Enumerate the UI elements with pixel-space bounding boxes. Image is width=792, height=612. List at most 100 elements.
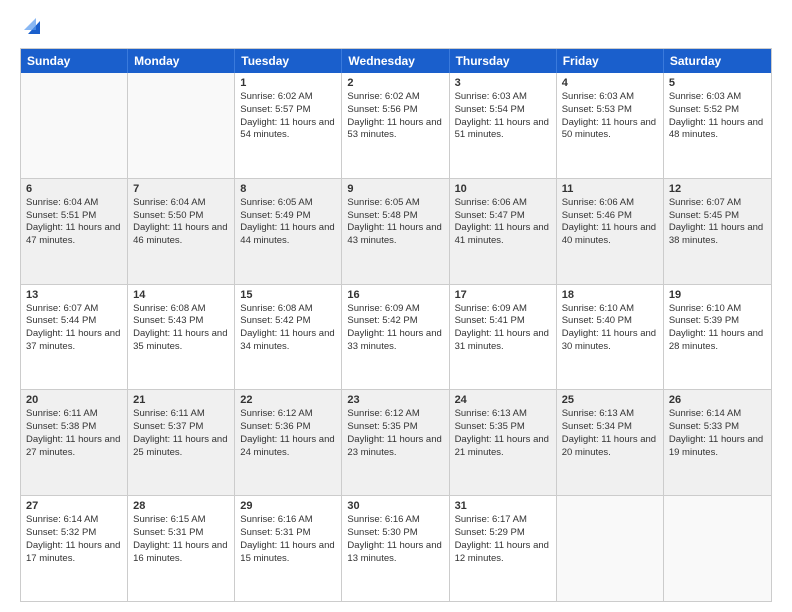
cal-cell: 17Sunrise: 6:09 AMSunset: 5:41 PMDayligh… <box>450 285 557 390</box>
week-row-2: 6Sunrise: 6:04 AMSunset: 5:51 PMDaylight… <box>21 178 771 284</box>
day-number: 23 <box>347 394 443 406</box>
sunset-text: Sunset: 5:29 PM <box>455 527 551 540</box>
day-number: 8 <box>240 183 336 195</box>
cal-cell: 12Sunrise: 6:07 AMSunset: 5:45 PMDayligh… <box>664 179 771 284</box>
week-row-4: 20Sunrise: 6:11 AMSunset: 5:38 PMDayligh… <box>21 389 771 495</box>
calendar-body: 1 Sunrise: 6:02 AM Sunset: 5:57 PM Daylight… <box>21 73 771 601</box>
sunrise-text: Sunrise: 6:03 AM <box>562 91 658 104</box>
cal-cell: 25Sunrise: 6:13 AMSunset: 5:34 PMDayligh… <box>557 390 664 495</box>
sunrise-text: Sunrise: 6:13 AM <box>562 408 658 421</box>
day-number: 30 <box>347 500 443 512</box>
day-number: 2 <box>347 77 443 89</box>
sunrise-text: Sunrise: 6:17 AM <box>455 514 551 527</box>
sunrise-text: Sunrise: 6:15 AM <box>133 514 229 527</box>
cal-cell: 15Sunrise: 6:08 AMSunset: 5:42 PMDayligh… <box>235 285 342 390</box>
header-day-friday: Friday <box>557 49 664 73</box>
daylight-text: Daylight: 11 hours and 50 minutes. <box>562 117 658 143</box>
sunrise-text: Sunrise: 6:04 AM <box>133 197 229 210</box>
sunrise-text: Sunrise: 6:14 AM <box>26 514 122 527</box>
page: SundayMondayTuesdayWednesdayThursdayFrid… <box>0 0 792 612</box>
day-number: 11 <box>562 183 658 195</box>
sunset-text: Sunset: 5:39 PM <box>669 315 766 328</box>
header-day-thursday: Thursday <box>450 49 557 73</box>
header-day-monday: Monday <box>128 49 235 73</box>
daylight-text: Daylight: 11 hours and 17 minutes. <box>26 540 122 566</box>
sunset-text: Sunset: 5:47 PM <box>455 210 551 223</box>
sunrise-text: Sunrise: 6:11 AM <box>26 408 122 421</box>
sunrise-text: Sunrise: 6:05 AM <box>347 197 443 210</box>
header <box>20 16 772 38</box>
sunset-text: Sunset: 5:51 PM <box>26 210 122 223</box>
daylight-text: Daylight: 11 hours and 16 minutes. <box>133 540 229 566</box>
day-number: 17 <box>455 289 551 301</box>
day-number: 22 <box>240 394 336 406</box>
sunrise-text: Sunrise: 6:09 AM <box>347 303 443 316</box>
day-number: 12 <box>669 183 766 195</box>
daylight-text: Daylight: 11 hours and 47 minutes. <box>26 222 122 248</box>
sunrise-text: Sunrise: 6:03 AM <box>455 91 551 104</box>
cal-cell: 29Sunrise: 6:16 AMSunset: 5:31 PMDayligh… <box>235 496 342 601</box>
cal-cell: 20Sunrise: 6:11 AMSunset: 5:38 PMDayligh… <box>21 390 128 495</box>
sunrise-text: Sunrise: 6:10 AM <box>562 303 658 316</box>
sunrise-text: Sunrise: 6:13 AM <box>455 408 551 421</box>
day-number: 24 <box>455 394 551 406</box>
cal-cell: 9Sunrise: 6:05 AMSunset: 5:48 PMDaylight… <box>342 179 449 284</box>
sunset-text: Sunset: 5:53 PM <box>562 104 658 117</box>
day-number: 7 <box>133 183 229 195</box>
sunrise-text: Sunrise: 6:11 AM <box>133 408 229 421</box>
week-row-3: 13Sunrise: 6:07 AMSunset: 5:44 PMDayligh… <box>21 284 771 390</box>
day-number: 31 <box>455 500 551 512</box>
day-number: 28 <box>133 500 229 512</box>
header-day-wednesday: Wednesday <box>342 49 449 73</box>
sunset-text: Sunset: 5:40 PM <box>562 315 658 328</box>
header-day-tuesday: Tuesday <box>235 49 342 73</box>
cal-cell: 28 Sunrise: 6:15 AMSunset: 5:31 PMDayligh… <box>128 496 235 601</box>
sunrise-text: Sunrise: 6:16 AM <box>240 514 336 527</box>
daylight-text: Daylight: 11 hours and 46 minutes. <box>133 222 229 248</box>
calendar-header: SundayMondayTuesdayWednesdayThursdayFrid… <box>21 49 771 73</box>
sunset-text: Sunset: 5:43 PM <box>133 315 229 328</box>
daylight-text: Daylight: 11 hours and 12 minutes. <box>455 540 551 566</box>
cal-cell: 5Sunrise: 6:03 AMSunset: 5:52 PMDaylight… <box>664 73 771 178</box>
daylight-text: Daylight: 11 hours and 43 minutes. <box>347 222 443 248</box>
sunset-text: Sunset: 5:32 PM <box>26 527 122 540</box>
sunset-text: Sunset: 5:42 PM <box>347 315 443 328</box>
header-day-saturday: Saturday <box>664 49 771 73</box>
daylight-text: Daylight: 11 hours and 30 minutes. <box>562 328 658 354</box>
header-day-sunday: Sunday <box>21 49 128 73</box>
day-number: 1 <box>240 77 336 89</box>
cal-cell: 7Sunrise: 6:04 AMSunset: 5:50 PMDaylight… <box>128 179 235 284</box>
day-number: 27 <box>26 500 122 512</box>
cal-cell: 30Sunrise: 6:16 AMSunset: 5:30 PMDayligh… <box>342 496 449 601</box>
week-row-1: 1 Sunrise: 6:02 AM Sunset: 5:57 PM Daylight… <box>21 73 771 178</box>
sunrise-text: Sunrise: 6:12 AM <box>240 408 336 421</box>
sunset-text: Sunset: 5:44 PM <box>26 315 122 328</box>
sunset-text: Sunset: 5:57 PM <box>240 104 336 117</box>
daylight-text: Daylight: 11 hours and 13 minutes. <box>347 540 443 566</box>
sunset-text: Sunset: 5:46 PM <box>562 210 658 223</box>
sunset-text: Sunset: 5:38 PM <box>26 421 122 434</box>
daylight-text: Daylight: 11 hours and 48 minutes. <box>669 117 766 143</box>
sunset-text: Sunset: 5:31 PM <box>133 527 229 540</box>
cal-cell: 4Sunrise: 6:03 AMSunset: 5:53 PMDaylight… <box>557 73 664 178</box>
sunset-text: Sunset: 5:35 PM <box>347 421 443 434</box>
cal-cell: 21Sunrise: 6:11 AMSunset: 5:37 PMDayligh… <box>128 390 235 495</box>
sunset-text: Sunset: 5:41 PM <box>455 315 551 328</box>
cal-cell: 14Sunrise: 6:08 AMSunset: 5:43 PMDayligh… <box>128 285 235 390</box>
sunrise-text: Sunrise: 6:04 AM <box>26 197 122 210</box>
daylight-text: Daylight: 11 hours and 51 minutes. <box>455 117 551 143</box>
daylight-text: Daylight: 11 hours and 27 minutes. <box>26 434 122 460</box>
sunrise-text: Sunrise: 6:02 AM <box>347 91 443 104</box>
daylight-text: Daylight: 11 hours and 37 minutes. <box>26 328 122 354</box>
sunrise-text: Sunrise: 6:06 AM <box>455 197 551 210</box>
daylight-text: Daylight: 11 hours and 15 minutes. <box>240 540 336 566</box>
sunset-text: Sunset: 5:37 PM <box>133 421 229 434</box>
daylight-text: Daylight: 11 hours and 44 minutes. <box>240 222 336 248</box>
daylight-text: Daylight: 11 hours and 41 minutes. <box>455 222 551 248</box>
week-row-5: 27Sunrise: 6:14 AMSunset: 5:32 PMDayligh… <box>21 495 771 601</box>
daylight-text: Daylight: 11 hours and 24 minutes. <box>240 434 336 460</box>
sunrise-text: Sunrise: 6:08 AM <box>133 303 229 316</box>
day-number: 9 <box>347 183 443 195</box>
cal-cell: 6Sunrise: 6:04 AMSunset: 5:51 PMDaylight… <box>21 179 128 284</box>
cal-cell: 22Sunrise: 6:12 AMSunset: 5:36 PMDayligh… <box>235 390 342 495</box>
